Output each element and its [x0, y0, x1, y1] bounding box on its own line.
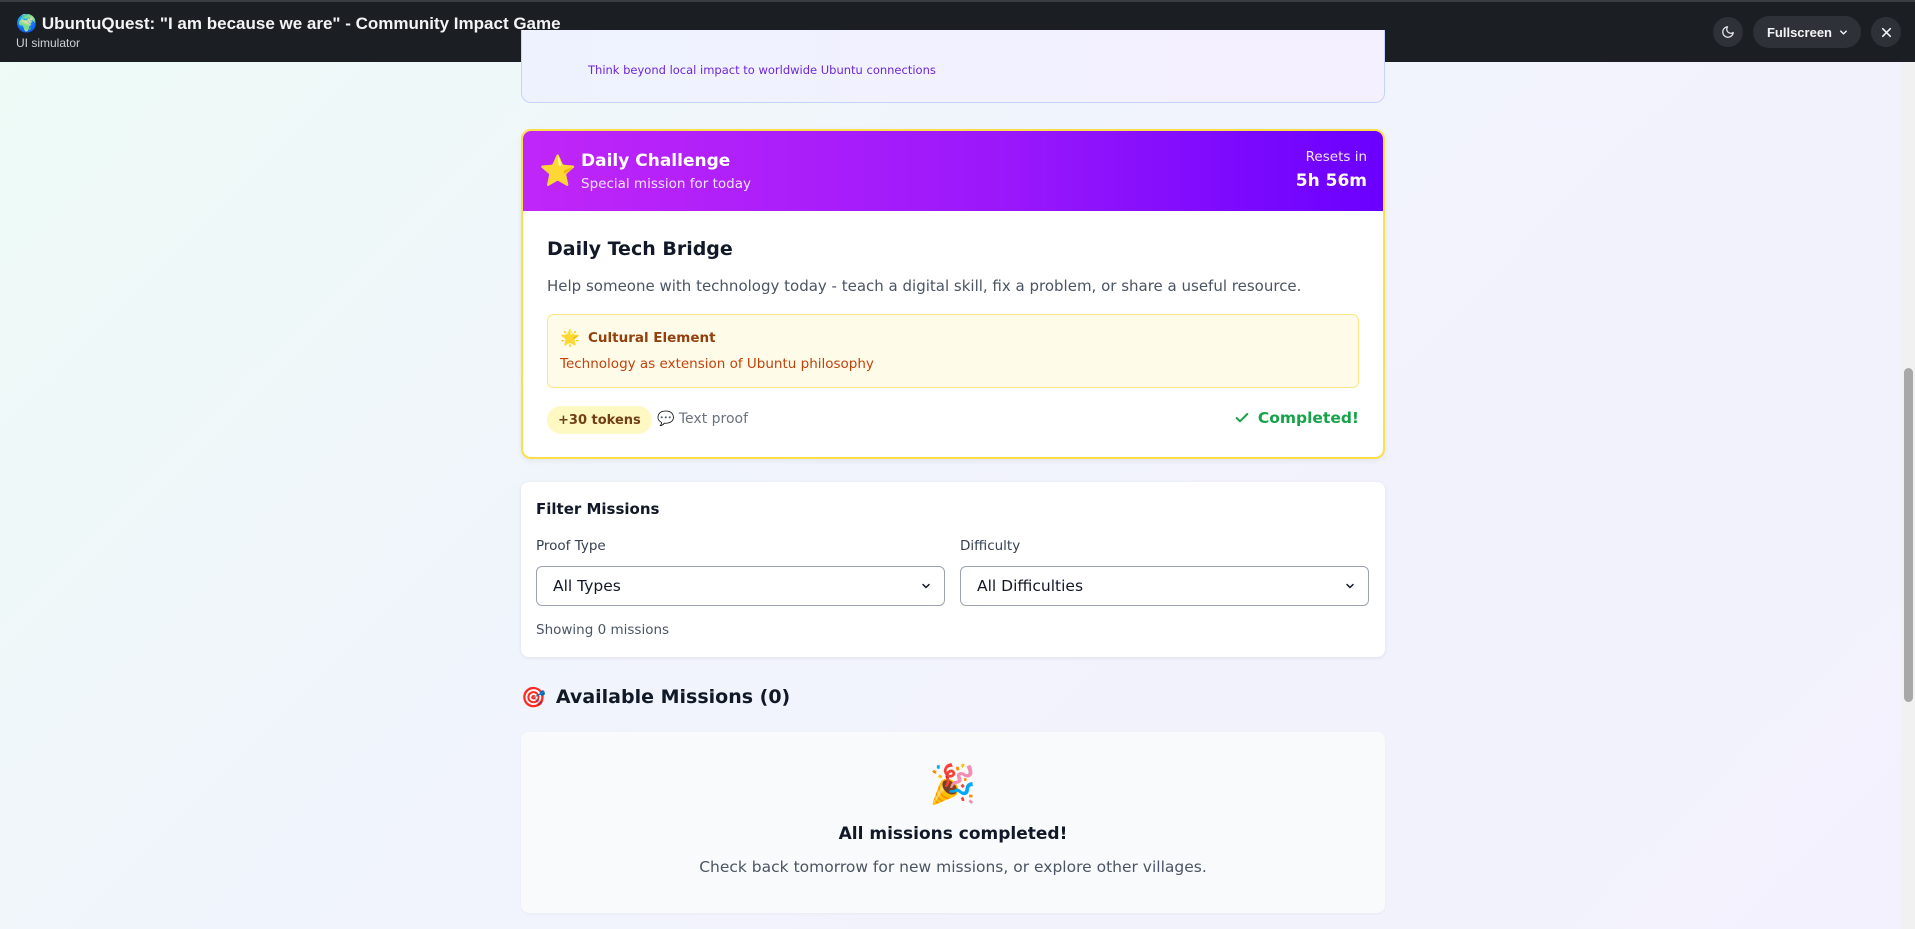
- chevron-down-icon: [1840, 29, 1847, 35]
- missions-count: Showing 0 missions: [536, 622, 670, 638]
- available-missions-title: Available Missions (0): [555, 686, 791, 708]
- filter-title: Filter Missions: [536, 500, 660, 518]
- close-button[interactable]: [1871, 17, 1901, 47]
- resets-label: Resets in: [1305, 149, 1367, 165]
- global-impact-text: Think beyond local impact to worldwide U…: [588, 63, 936, 77]
- fullscreen-button[interactable]: Fullscreen: [1752, 16, 1861, 48]
- proof-type-selected: All Types: [553, 577, 621, 595]
- available-missions-heading: 🎯 Available Missions (0): [521, 682, 1385, 712]
- chevron-down-icon: [1346, 583, 1354, 589]
- proof-type-select[interactable]: All Types: [536, 566, 945, 606]
- daily-challenge-subtitle: Special mission for today: [581, 176, 751, 192]
- titlebar-text: 🌍 UbuntuQuest: "I am because we are" - C…: [16, 14, 561, 50]
- close-icon: [1881, 27, 1891, 37]
- difficulty-selected: All Difficulties: [977, 577, 1084, 595]
- daily-challenge-title: Daily Challenge: [581, 151, 731, 171]
- app-subtitle: UI simulator: [16, 36, 81, 50]
- target-icon: 🎯: [521, 685, 546, 709]
- mission-description: Help someone with technology today - tea…: [547, 277, 1302, 295]
- mission-title: Daily Tech Bridge: [547, 238, 733, 260]
- difficulty-select[interactable]: All Difficulties: [960, 566, 1369, 606]
- filter-missions-panel: Filter Missions Proof Type Difficulty Al…: [521, 482, 1385, 657]
- cultural-element-text: Technology as extension of Ubuntu philos…: [560, 356, 874, 372]
- scrollbar-thumb[interactable]: [1904, 368, 1913, 702]
- sparkle-icon: 🌟: [560, 328, 580, 347]
- resets-countdown: 5h 56m: [1295, 171, 1367, 191]
- empty-state-title: All missions completed!: [838, 824, 1068, 844]
- cultural-element-title: Cultural Element: [588, 330, 716, 346]
- token-reward-badge: +30 tokens: [547, 406, 652, 434]
- cultural-element-box: 🌟 Cultural Element Technology as extensi…: [547, 314, 1359, 388]
- empty-state-subtitle: Check back tomorrow for new missions, or…: [699, 858, 1207, 876]
- proof-type-filter-label: Proof Type: [536, 538, 606, 554]
- chevron-down-icon: [922, 583, 930, 589]
- moon-icon: [1722, 26, 1734, 38]
- empty-state-card: 🎉 All missions completed! Check back tom…: [521, 732, 1385, 913]
- completed-text: Completed!: [1257, 409, 1359, 427]
- completed-status: Completed!: [1234, 409, 1359, 427]
- theme-toggle-button[interactable]: [1712, 17, 1743, 47]
- global-impact-card: Think beyond local impact to worldwide U…: [521, 30, 1385, 103]
- fullscreen-label: Fullscreen: [1766, 24, 1832, 40]
- party-popper-icon: 🎉: [929, 762, 977, 806]
- titlebar-controls: Fullscreen: [1712, 16, 1901, 48]
- app-title: 🌍 UbuntuQuest: "I am because we are" - C…: [16, 14, 561, 33]
- daily-challenge-header: ⭐ Daily Challenge Special mission for to…: [523, 131, 1383, 211]
- difficulty-filter-label: Difficulty: [960, 538, 1021, 554]
- proof-type-label: 💬 Text proof: [657, 411, 749, 427]
- daily-challenge-card: ⭐ Daily Challenge Special mission for to…: [521, 129, 1385, 459]
- checkmark-icon: [1235, 413, 1249, 423]
- star-icon: ⭐: [539, 154, 577, 189]
